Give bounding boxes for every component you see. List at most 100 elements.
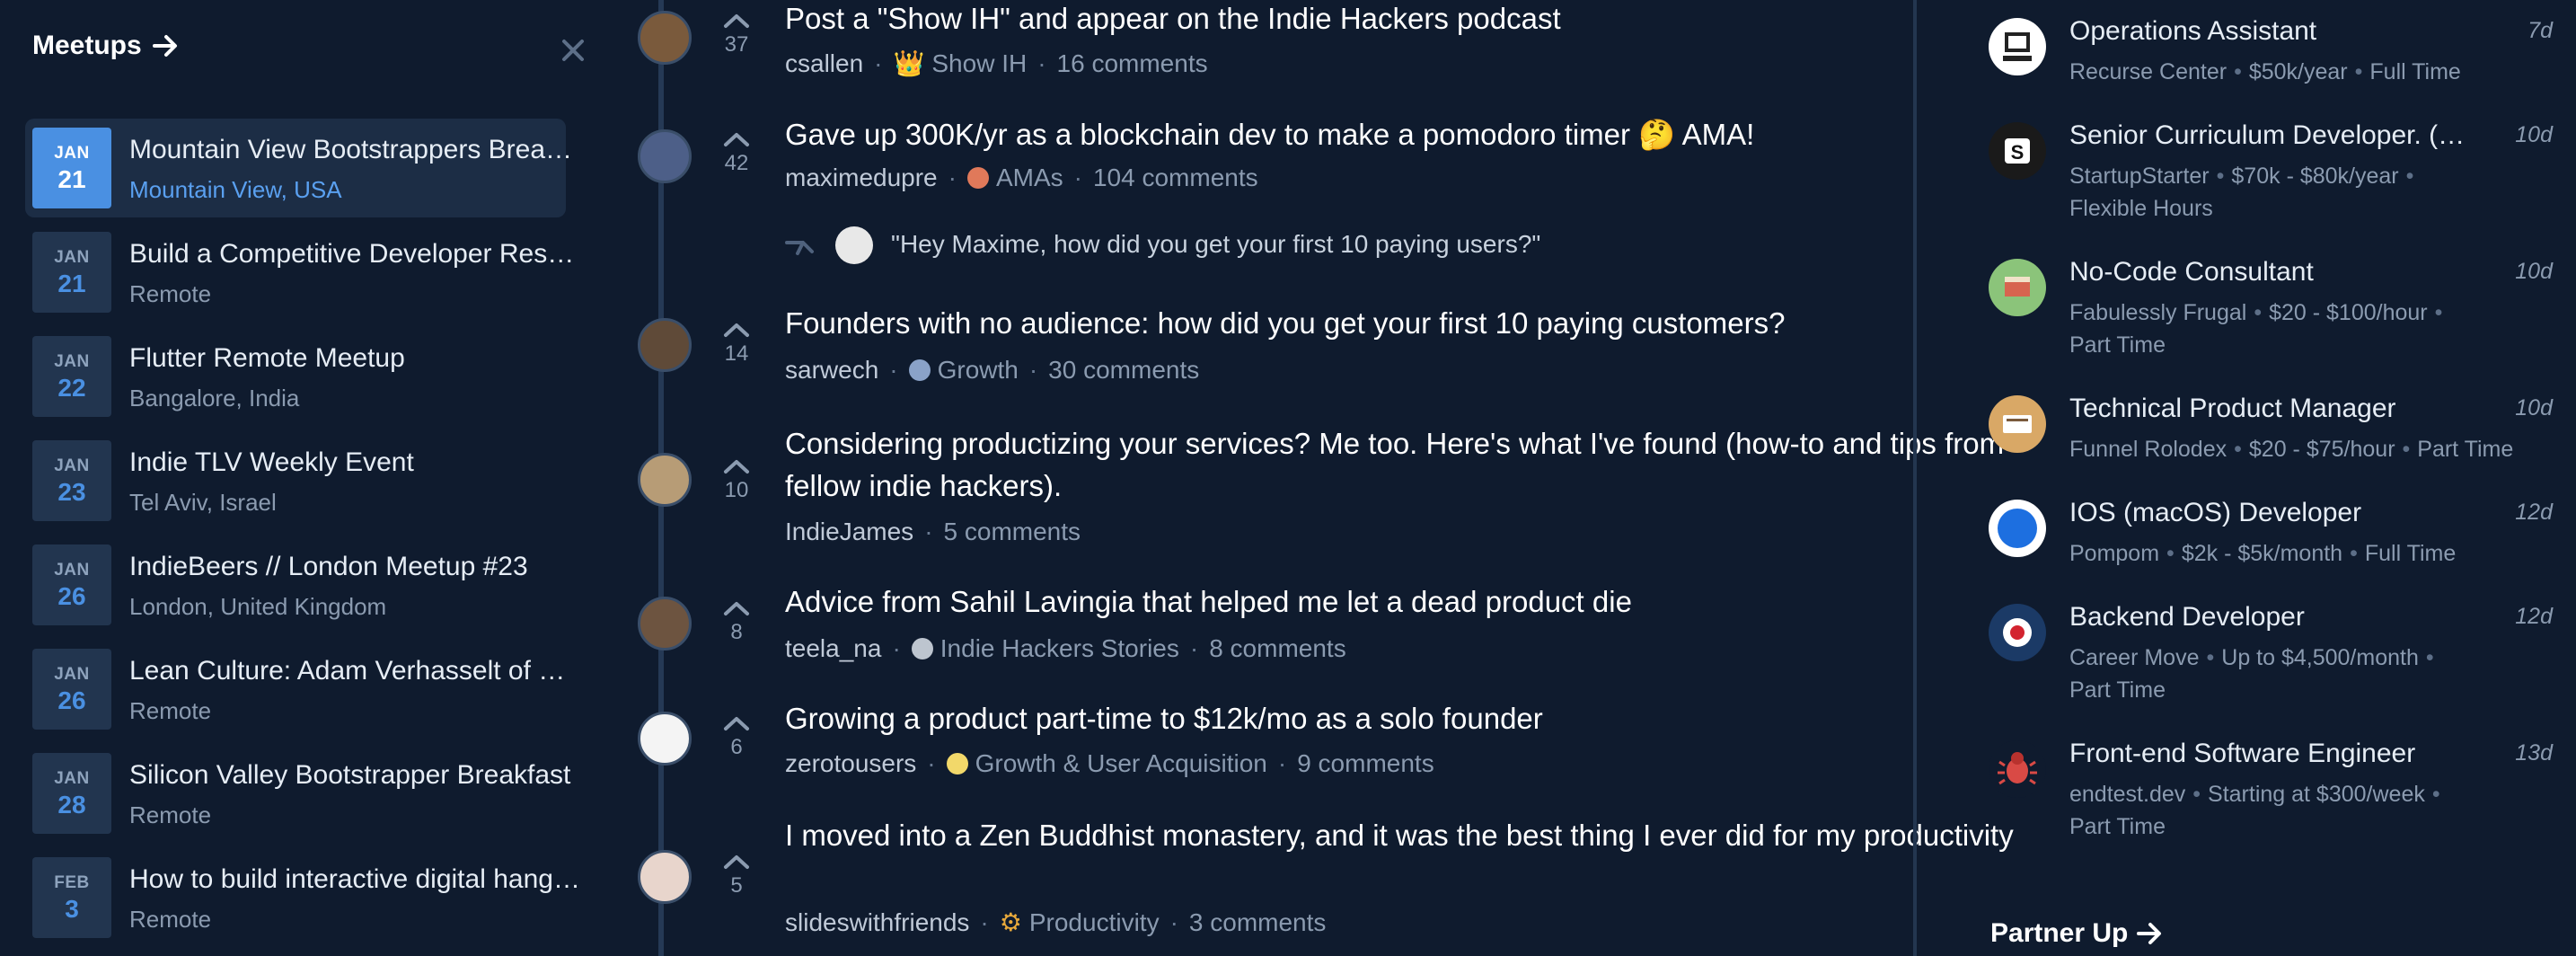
meetup-month: FEB (54, 873, 90, 892)
post-meta: zerotousers · Growth & User Acquisition · 9 … (785, 749, 1434, 777)
meetup-date: JAN 26 (32, 649, 111, 730)
blue-circle-logo-icon (1989, 500, 2046, 557)
post-group[interactable]: AMAs (996, 164, 1063, 191)
post-group[interactable]: Growth & User Acquisition (975, 749, 1267, 777)
job-type: Flexible Hours (2069, 196, 2213, 221)
meetup-month: JAN (54, 561, 90, 580)
job-title[interactable]: Technical Product Manager (2069, 394, 2483, 424)
job-age: 13d (2515, 740, 2553, 766)
job-meta: Funnel Rolodex • $20 - $75/hour • Part Time (2069, 437, 2514, 462)
meetup-title[interactable]: Build a Competitive Developer Resume (129, 239, 584, 270)
upvote-button[interactable]: 42 (711, 131, 762, 176)
meetup-item[interactable]: JAN 22 Flutter Remote Meetup Bangalore, I… (25, 327, 566, 426)
user-avatar[interactable] (638, 597, 692, 651)
user-avatar[interactable] (638, 129, 692, 183)
post-comments[interactable]: 9 comments (1297, 749, 1434, 777)
meetup-item[interactable]: JAN 28 Silicon Valley Bootstrapper Breakf… (25, 744, 570, 843)
post-author[interactable]: sarwech (785, 356, 878, 384)
job-age: 10d (2515, 122, 2553, 147)
job-company: Pompom (2069, 541, 2160, 566)
job-company: Fabulessly Frugal (2069, 300, 2247, 325)
post-title[interactable]: Considering productizing your services? … (785, 422, 2042, 507)
meetup-title[interactable]: Indie TLV Weekly Event (129, 447, 584, 478)
post-group[interactable]: Growth (938, 356, 1019, 384)
user-avatar[interactable] (638, 850, 692, 904)
job-type: Full Time (2364, 541, 2457, 566)
meetup-item[interactable]: FEB 3 How to build interactive digital ha… (25, 848, 584, 947)
user-avatar[interactable] (638, 11, 692, 65)
meetup-date: JAN 23 (32, 440, 111, 521)
job-title[interactable]: IOS (macOS) Developer (2069, 498, 2483, 528)
job-title[interactable]: Front-end Software Engineer (2069, 739, 2483, 769)
post-comments[interactable]: 5 comments (944, 518, 1081, 545)
post-comments[interactable]: 104 comments (1093, 164, 1258, 191)
post-comments[interactable]: 3 comments (1189, 908, 1327, 936)
post-author[interactable]: zerotousers (785, 749, 916, 777)
post-comments[interactable]: 30 comments (1048, 356, 1199, 384)
meetup-title[interactable]: IndieBeers // London Meetup #23 (129, 552, 584, 582)
partner-up-title[interactable]: Partner Up (1990, 918, 2128, 949)
post-meta: csallen · 👑 Show IH · 16 comments (785, 49, 1208, 77)
meetup-month: JAN (54, 769, 90, 788)
upvote-button[interactable]: 5 (711, 854, 762, 898)
meetup-title[interactable]: How to build interactive digital hangout… (129, 864, 584, 895)
meetup-location: London, United Kingdom (129, 593, 387, 620)
post-comments[interactable]: 16 comments (1057, 49, 1208, 77)
meetup-item[interactable]: JAN 26 IndieBeers // London Meetup #23 Lo… (25, 536, 566, 634)
job-meta: Recurse Center • $50k/year • Full Time (2069, 59, 2461, 84)
job-company: endtest.dev (2069, 782, 2186, 807)
post-group[interactable]: Show IH (931, 49, 1027, 77)
user-avatar[interactable] (638, 712, 692, 766)
user-avatar[interactable] (638, 318, 692, 372)
vote-count: 10 (724, 478, 749, 502)
meetups-panel: Meetups JAN 21 Mountain View Bootstrapper… (0, 0, 620, 956)
meetup-title[interactable]: Silicon Valley Bootstrapper Breakfast (129, 760, 584, 791)
post-title[interactable]: I moved into a Zen Buddhist monastery, a… (785, 814, 2042, 856)
meetup-day: 21 (57, 165, 86, 193)
post-group[interactable]: Indie Hackers Stories (940, 634, 1179, 662)
meetups-heading[interactable]: Meetups (32, 31, 180, 61)
upvote-button[interactable]: 8 (711, 600, 762, 645)
vote-count: 8 (730, 620, 743, 644)
post-author[interactable]: csallen (785, 49, 863, 77)
post-author[interactable]: teela_na (785, 634, 881, 662)
meetup-item[interactable]: JAN 21 Build a Competitive Developer Resu… (25, 223, 584, 322)
reply-avatar[interactable] (835, 226, 873, 264)
job-title[interactable]: Operations Assistant (2069, 16, 2483, 47)
job-meta: endtest.dev • Starting at $300/week • Part T… (2069, 782, 2440, 839)
meetup-item[interactable]: JAN 26 Lean Culture: Adam Verhasselt of …… (25, 640, 566, 739)
reply-preview[interactable]: "Hey Maxime, how did you get your first … (891, 230, 1540, 259)
svg-text:S: S (2011, 141, 2025, 164)
upvote-icon (724, 323, 749, 337)
post-author[interactable]: slideswithfriends (785, 908, 969, 936)
job-title[interactable]: No-Code Consultant (2069, 257, 2483, 288)
upvote-button[interactable]: 10 (711, 458, 762, 503)
upvote-icon (724, 855, 749, 869)
post-author[interactable]: IndieJames (785, 518, 913, 545)
meetup-location: Remote (129, 906, 212, 933)
job-title[interactable]: Senior Curriculum Developer. (Bootcamp) (2069, 120, 2483, 151)
upvote-button[interactable]: 14 (711, 322, 762, 367)
column-divider (1913, 0, 1917, 956)
meetup-day: 23 (57, 478, 86, 506)
job-title[interactable]: Backend Developer (2069, 602, 2483, 633)
job-age: 10d (2515, 259, 2553, 284)
job-meta: StartupStarter • $70k - $80k/year • Flexible… (2069, 164, 2414, 221)
meetup-title[interactable]: Lean Culture: Adam Verhasselt of … (129, 656, 584, 686)
meetup-title[interactable]: Mountain View Bootstrappers Breakfast (129, 135, 584, 165)
post-author[interactable]: maximedupre (785, 164, 938, 191)
post-comments[interactable]: 8 comments (1209, 634, 1346, 662)
upvote-button[interactable]: 37 (711, 13, 762, 58)
meetups-title[interactable]: Meetups (32, 31, 142, 61)
meetup-day: 3 (65, 895, 79, 923)
meetup-title[interactable]: Flutter Remote Meetup (129, 343, 584, 374)
post-group[interactable]: Productivity (1029, 908, 1160, 936)
meetup-location: Tel Aviv, Israel (129, 489, 277, 516)
partner-up-heading[interactable]: Partner Up (1990, 918, 2164, 949)
meetup-item[interactable]: JAN 21 Mountain View Bootstrappers Breakf… (25, 119, 584, 217)
upvote-button[interactable]: 6 (711, 715, 762, 760)
close-icon[interactable] (555, 32, 591, 68)
shop-logo-icon (1989, 259, 2046, 316)
user-avatar[interactable] (638, 453, 692, 507)
meetup-item[interactable]: JAN 23 Indie TLV Weekly Event Tel Aviv, I… (25, 431, 566, 530)
